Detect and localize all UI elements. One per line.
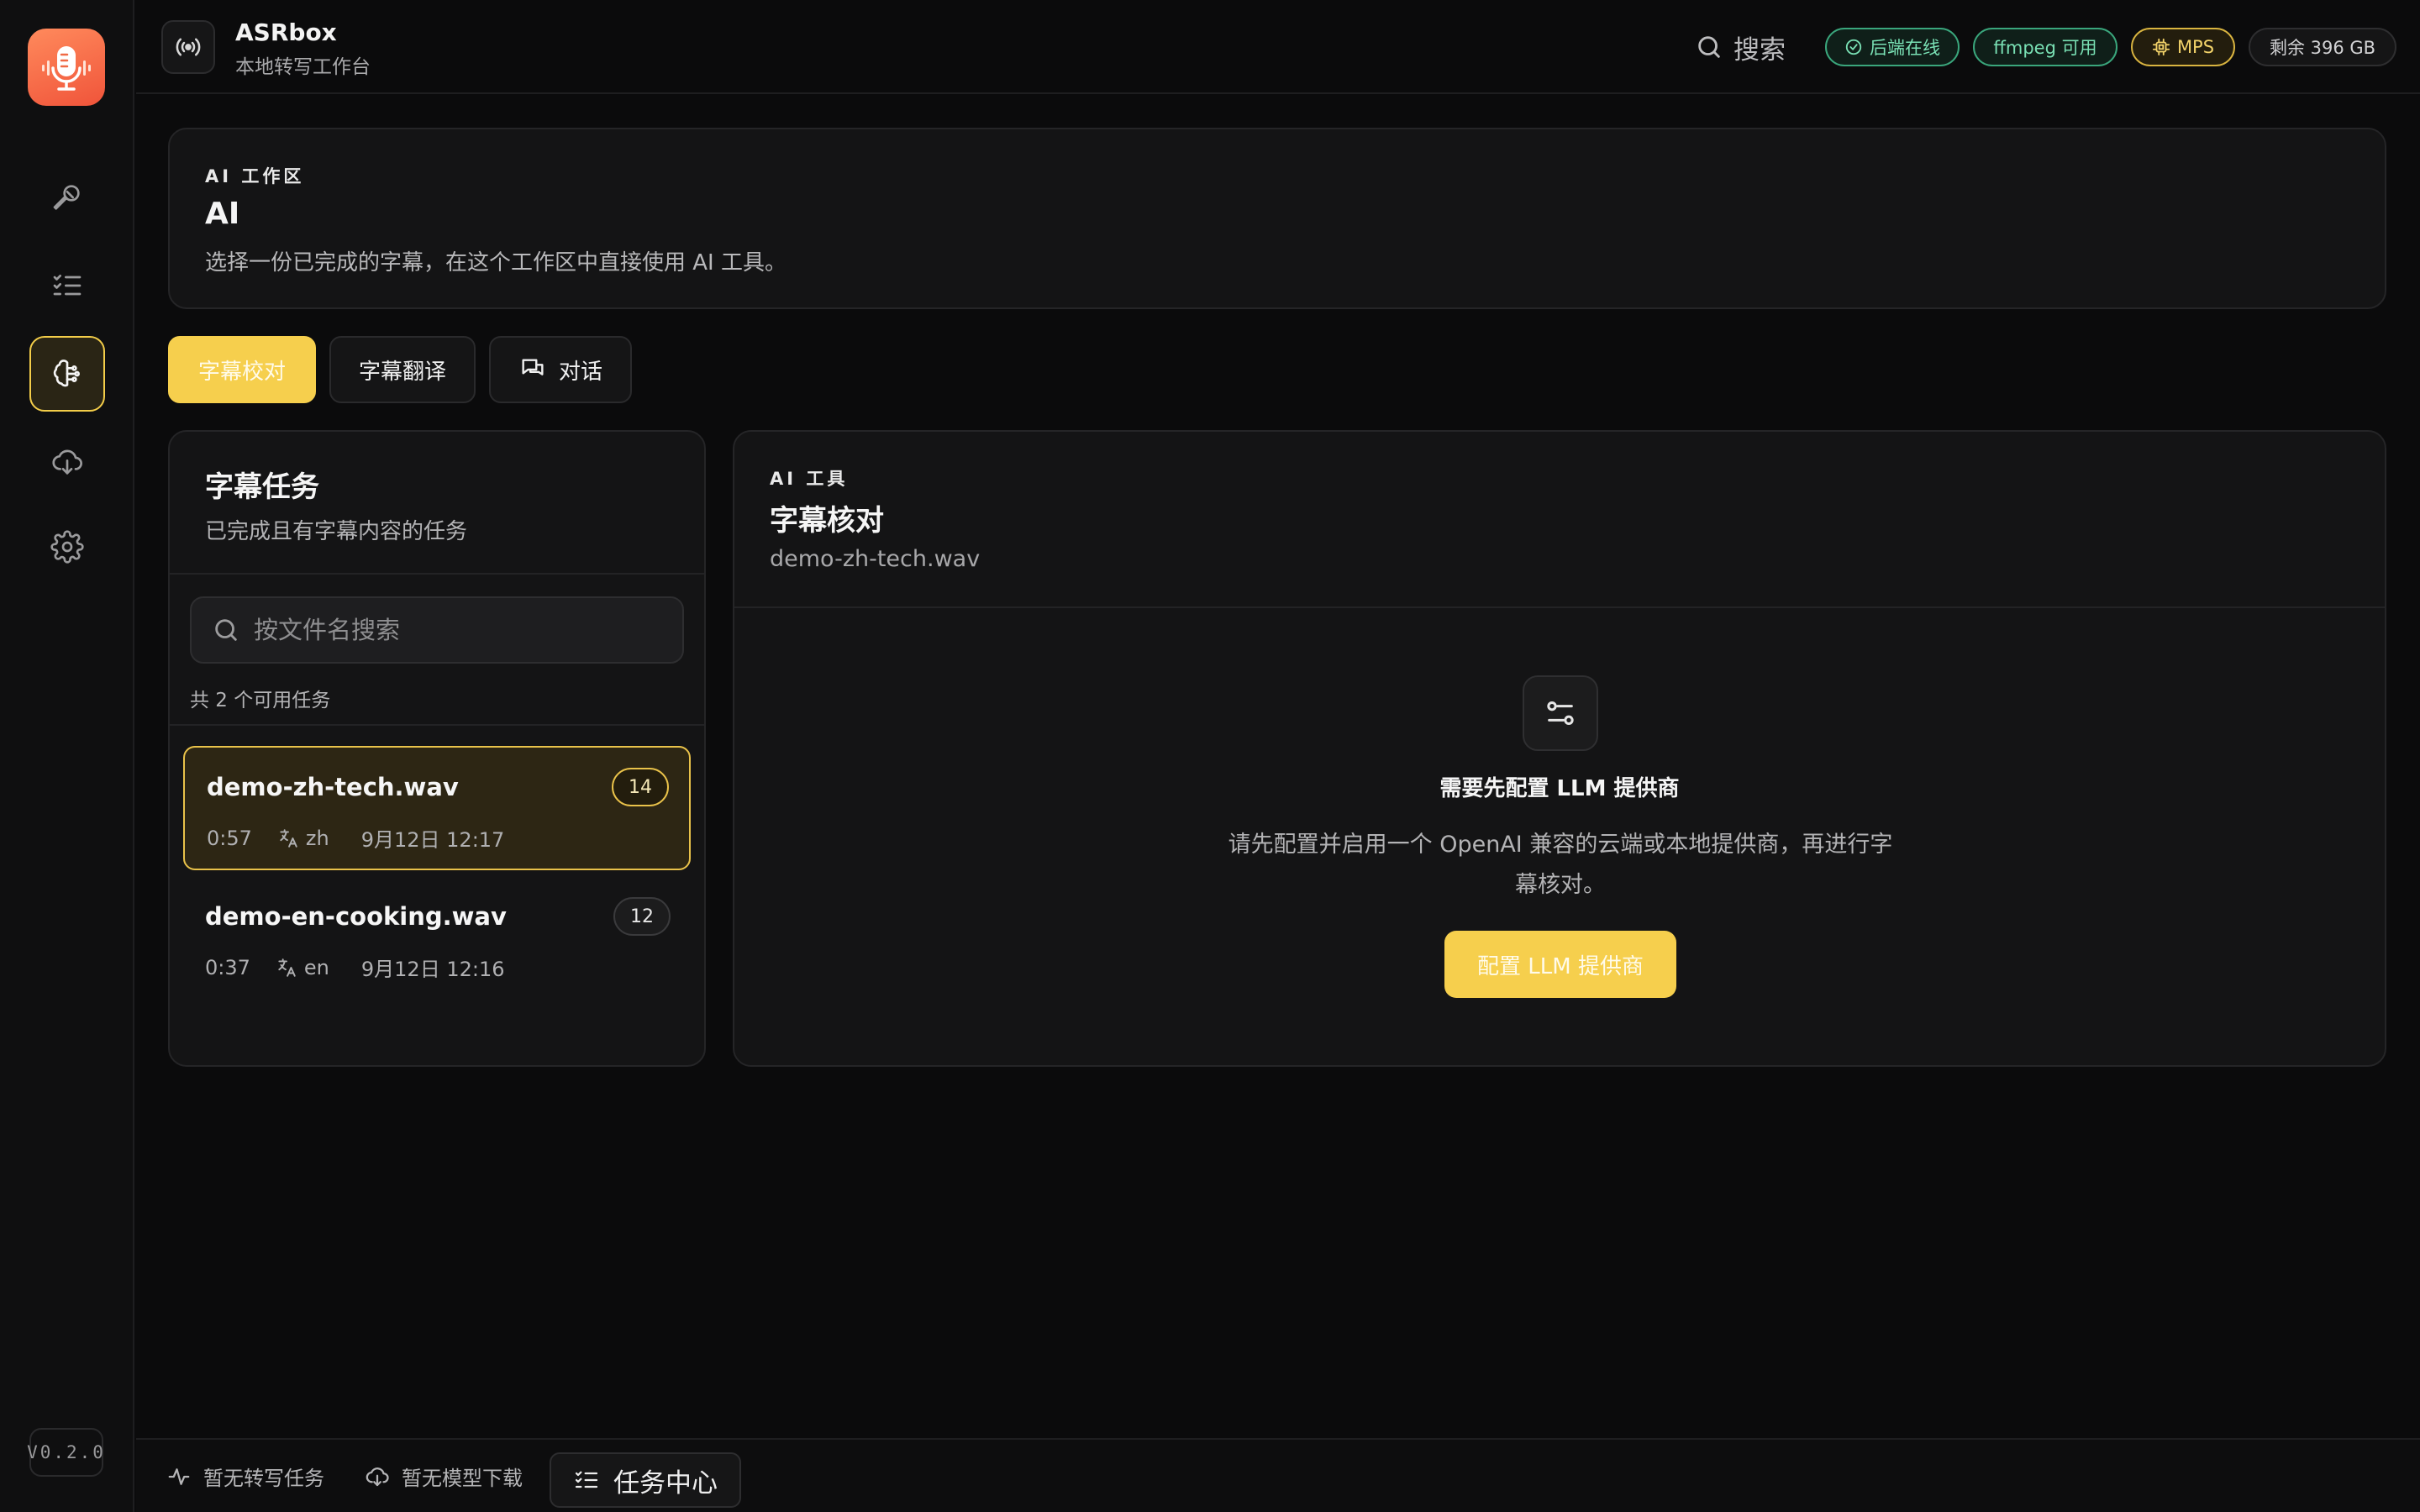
tab-label: 对话 <box>558 359 602 385</box>
backend-status-text: 后端在线 <box>1870 38 1940 58</box>
task-language: zh <box>305 826 329 850</box>
backend-status-badge: 后端在线 <box>1825 28 1960 66</box>
microphone-logo-icon <box>42 46 91 91</box>
task-center-label: 任务中心 <box>613 1467 718 1499</box>
disk-status-text: 剩余 396 GB <box>2269 38 2376 58</box>
task-item[interactable]: demo-en-cooking.wav 12 0:37 en 9月12日 12:… <box>183 877 691 1001</box>
sidebar: V0.2.0 <box>0 0 134 1512</box>
ai-tool-eyebrow: AI 工具 <box>770 469 849 489</box>
ai-workspace-intro: AI 工作区 AI 选择一份已完成的字幕，在这个工作区中直接使用 AI 工具。 <box>168 128 2386 309</box>
app-logo <box>28 29 105 106</box>
broadcast-icon <box>161 20 215 74</box>
nav-settings[interactable] <box>29 509 105 585</box>
task-language: en <box>303 955 329 979</box>
disk-status-badge: 剩余 396 GB <box>2249 28 2396 66</box>
task-duration: 0:37 <box>205 955 250 979</box>
gear-icon <box>50 530 84 564</box>
task-center-button[interactable]: 任务中心 <box>550 1452 741 1508</box>
task-filename: demo-zh-tech.wav <box>207 773 459 801</box>
ai-tool-title: 字幕核对 <box>770 504 884 538</box>
configure-llm-button[interactable]: 配置 LLM 提供商 <box>1444 931 1676 998</box>
task-list-icon <box>575 1471 598 1488</box>
nav-tasks[interactable] <box>29 248 105 323</box>
empty-state-title: 需要先配置 LLM 提供商 <box>1439 776 1680 801</box>
empty-state-description: 请先配置并启用一个 OpenAI 兼容的云端或本地提供商，再进行字幕核对。 <box>1228 832 1893 898</box>
tab-subtitle-translate[interactable]: 字幕翻译 <box>329 336 476 403</box>
task-date: 9月12日 12:17 <box>360 828 505 852</box>
workspace-title: AI <box>205 197 240 231</box>
segment-count-badge: 12 <box>613 897 671 936</box>
task-list-icon <box>53 275 82 296</box>
transcribe-status-text: 暂无转写任务 <box>203 1467 324 1490</box>
file-search-field[interactable] <box>190 596 684 664</box>
tab-chat[interactable]: 对话 <box>489 336 632 403</box>
selected-file-name: demo-zh-tech.wav <box>770 546 981 572</box>
cloud-download-icon <box>366 1467 389 1486</box>
task-duration: 0:57 <box>207 826 252 850</box>
ai-tool-header: AI 工具 字幕核对 demo-zh-tech.wav <box>734 432 2385 608</box>
device-status-text: MPS <box>2176 37 2215 57</box>
segment-count-badge: 14 <box>612 768 669 806</box>
sliders-icon <box>1523 675 1598 751</box>
ai-tool-panel: AI 工具 字幕核对 demo-zh-tech.wav 需要先配置 LLM 提供… <box>733 430 2386 1067</box>
task-date: 9月12日 12:16 <box>360 958 505 981</box>
ai-brain-icon <box>53 360 80 387</box>
task-count: 共 2 个可用任务 <box>190 690 331 711</box>
microphone-icon <box>53 185 80 210</box>
tab-subtitle-proofread[interactable]: 字幕校对 <box>168 336 316 403</box>
task-list-subtitle: 已完成且有字幕内容的任务 <box>205 519 468 544</box>
subtitle-task-panel: 字幕任务 已完成且有字幕内容的任务 共 2 个可用任务 demo-zh-tech… <box>168 430 706 1067</box>
cloud-download-icon <box>52 449 82 475</box>
check-circle-icon <box>1845 39 1862 55</box>
divider <box>170 724 704 726</box>
ffmpeg-status-badge: ffmpeg 可用 <box>1973 28 2118 66</box>
top-header: ASRbox 本地转写工作台 搜索 后端在线 ffmpeg 可用 MPS 剩余 … <box>136 0 2420 94</box>
app-title: ASRbox <box>235 18 337 46</box>
ffmpeg-status-text: ffmpeg 可用 <box>1993 38 2097 58</box>
language-icon <box>278 958 296 977</box>
task-list-header: 字幕任务 已完成且有字幕内容的任务 <box>170 432 704 575</box>
workspace-eyebrow: AI 工作区 <box>205 166 305 186</box>
file-search-input[interactable] <box>254 616 657 644</box>
app-subtitle: 本地转写工作台 <box>235 56 371 78</box>
search-icon <box>215 619 237 641</box>
tab-label: 字幕校对 <box>197 359 286 385</box>
download-status-text: 暂无模型下载 <box>402 1467 523 1490</box>
nav-transcribe[interactable] <box>29 160 105 235</box>
task-meta: 0:37 en 9月12日 12:16 <box>205 953 505 982</box>
tab-label: 字幕翻译 <box>358 359 446 385</box>
version-badge: V0.2.0 <box>27 1428 103 1477</box>
chat-bubbles-icon <box>522 359 544 375</box>
global-search-button[interactable]: 搜索 <box>1695 27 1786 67</box>
language-icon <box>280 828 297 848</box>
nav-models[interactable] <box>29 424 105 500</box>
search-label: 搜索 <box>1733 34 1786 66</box>
workspace-description: 选择一份已完成的字幕，在这个工作区中直接使用 AI 工具。 <box>205 250 786 276</box>
task-meta: 0:57 zh 9月12日 12:17 <box>207 823 504 853</box>
task-filename: demo-en-cooking.wav <box>205 902 507 931</box>
bottom-status-bar: 暂无转写任务 暂无模型下载 任务中心 <box>136 1438 2420 1512</box>
chip-icon <box>2152 38 2170 56</box>
search-icon <box>1698 36 1720 58</box>
activity-icon <box>168 1467 190 1485</box>
transcribe-status: 暂无转写任务 <box>166 1462 324 1491</box>
device-status-badge: MPS <box>2131 28 2235 66</box>
nav-ai[interactable] <box>29 336 105 412</box>
task-item[interactable]: demo-zh-tech.wav 14 0:57 zh 9月12日 12:17 <box>183 746 691 870</box>
download-status: 暂无模型下载 <box>365 1462 523 1491</box>
task-list-title: 字幕任务 <box>205 470 319 504</box>
